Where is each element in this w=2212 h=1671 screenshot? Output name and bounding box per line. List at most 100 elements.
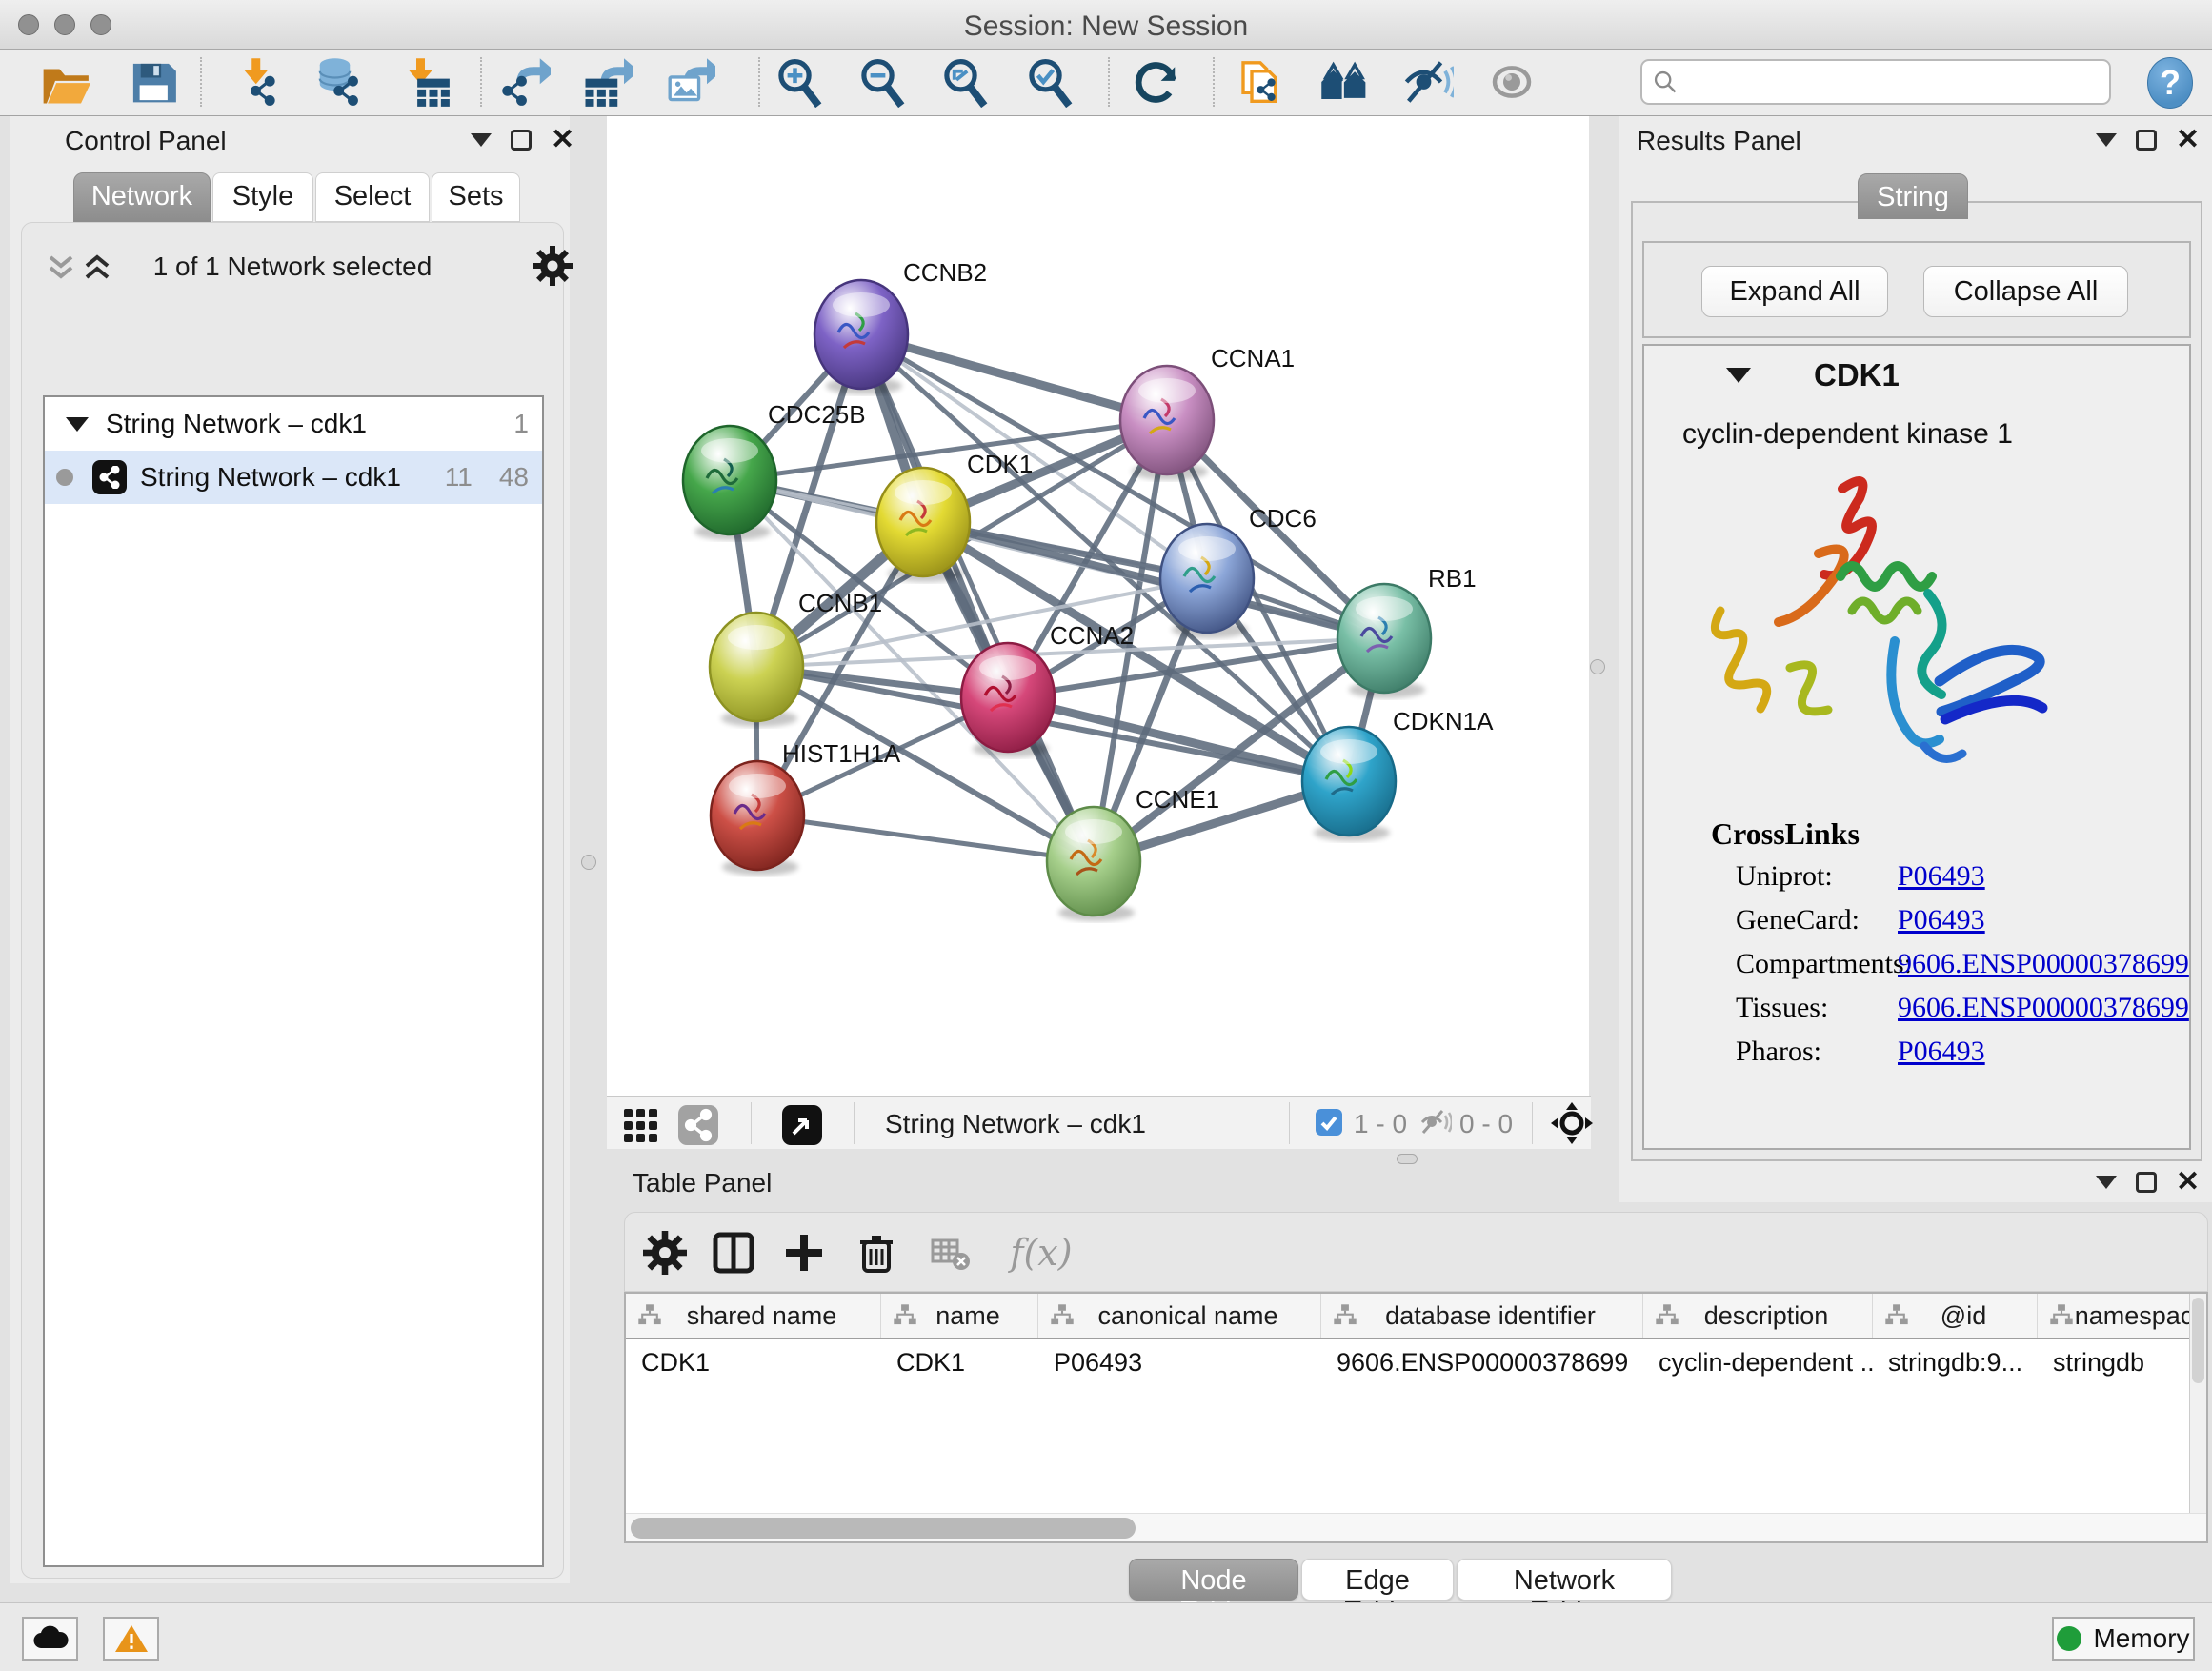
tab-string[interactable]: String — [1858, 173, 1968, 219]
network-share-icon[interactable] — [677, 1104, 719, 1151]
warnings-button[interactable] — [103, 1617, 159, 1661]
crosslink-link[interactable]: 9606.ENSP00000378699 — [1898, 992, 2189, 1024]
panel-collapse-icon[interactable] — [471, 133, 492, 147]
export-image-icon[interactable] — [662, 54, 717, 110]
crosslink-link[interactable]: P06493 — [1898, 904, 1985, 936]
cell-description[interactable]: cyclin-dependent ... — [1643, 1339, 1873, 1385]
column-header-name[interactable]: name — [881, 1294, 1038, 1338]
column-header-id[interactable]: @id — [1873, 1294, 2038, 1338]
fit-content-crosshair-icon[interactable] — [1551, 1102, 1593, 1149]
export-network-icon[interactable] — [497, 54, 553, 110]
node-CDC25B[interactable]: CDC25B — [683, 400, 866, 540]
bottom-splitter-grip[interactable] — [1397, 1154, 1418, 1164]
tree-caret-icon[interactable] — [66, 417, 89, 432]
table-header-row: shared namenamecanonical namedatabase id… — [626, 1294, 2206, 1339]
tab-edge-table[interactable]: Edge Table — [1301, 1559, 1454, 1601]
search-input[interactable] — [1686, 68, 2109, 97]
tab-node-table[interactable]: Node Table — [1129, 1559, 1298, 1601]
grid-view-icon[interactable] — [622, 1105, 660, 1148]
node-CCNB1[interactable]: CCNB1 — [710, 589, 882, 727]
open-session-icon[interactable] — [36, 54, 91, 110]
delete-table-icon[interactable] — [924, 1226, 977, 1279]
search-box[interactable] — [1640, 59, 2111, 105]
column-header-namespace[interactable]: namespace — [2038, 1294, 2208, 1338]
cell-namespace[interactable]: stringdb — [2038, 1339, 2208, 1385]
zoom-in-icon[interactable] — [772, 54, 827, 110]
node-CCNB2[interactable]: CCNB2 — [814, 258, 987, 394]
network-row[interactable]: String Network – cdk1 11 48 — [45, 451, 542, 504]
cell-name[interactable]: CDK1 — [881, 1339, 1038, 1385]
scrollbar-thumb[interactable] — [631, 1518, 1136, 1539]
memory-button[interactable]: Memory — [2052, 1617, 2195, 1661]
node-label-CDK1: CDK1 — [967, 450, 1033, 478]
collapse-caret-icon[interactable] — [1726, 368, 1751, 383]
column-header-description[interactable]: description — [1643, 1294, 1873, 1338]
zoom-out-icon[interactable] — [855, 54, 910, 110]
selected-checkbox-icon[interactable] — [1315, 1108, 1343, 1141]
collapse-all-button[interactable]: Collapse All — [1923, 266, 2128, 317]
crosslink-row: GeneCard:P06493 — [1736, 904, 2174, 948]
panel-float-icon[interactable] — [2136, 1172, 2157, 1193]
edge-CCNB2-CCNE1[interactable] — [861, 334, 1094, 861]
node-label-CDC25B: CDC25B — [768, 400, 866, 429]
save-session-icon[interactable] — [124, 54, 179, 110]
crosslink-link[interactable]: P06493 — [1898, 1036, 1985, 1068]
cell-databaseidentifier[interactable]: 9606.ENSP00000378699 — [1321, 1339, 1643, 1385]
panel-close-icon[interactable]: ✕ — [2176, 130, 2200, 151]
show-all-icon[interactable] — [1484, 54, 1539, 110]
tab-network[interactable]: Network — [73, 172, 211, 222]
network-options-gear-icon[interactable] — [533, 246, 573, 291]
column-header-databaseidentifier[interactable]: database identifier — [1321, 1294, 1643, 1338]
tab-select[interactable]: Select — [315, 172, 430, 222]
gene-card-header[interactable]: CDK1 — [1644, 346, 2189, 405]
zoom-fit-icon[interactable] — [937, 54, 993, 110]
node-CCNE1[interactable]: CCNE1 — [1047, 785, 1219, 921]
cell-id[interactable]: stringdb:9... — [1873, 1339, 2038, 1385]
import-table-from-file-icon[interactable] — [397, 54, 452, 110]
network-canvas[interactable]: CCNB2CCNA1CDC25BCDK1CDC6RB1CCNB1CCNA2CDK… — [607, 116, 1589, 1096]
column-header-canonicalname[interactable]: canonical name — [1038, 1294, 1321, 1338]
import-network-from-database-icon[interactable] — [312, 54, 367, 110]
hide-selected-icon[interactable] — [1400, 54, 1456, 110]
node-label-CDKN1A: CDKN1A — [1393, 707, 1494, 735]
show-columns-icon[interactable] — [707, 1226, 760, 1279]
birdseye-view-icon[interactable] — [781, 1104, 823, 1151]
panel-close-icon[interactable]: ✕ — [2176, 1172, 2200, 1193]
panel-close-icon[interactable]: ✕ — [551, 130, 574, 151]
table-settings-gear-icon[interactable] — [638, 1226, 692, 1279]
table-row[interactable]: CDK1CDK1P064939606.ENSP00000378699cyclin… — [626, 1339, 2206, 1385]
crosslink-link[interactable]: 9606.ENSP00000378699 — [1898, 948, 2189, 980]
network-collection-row[interactable]: String Network – cdk1 1 — [45, 397, 542, 451]
node-HIST1H1A[interactable]: HIST1H1A — [711, 739, 901, 876]
refresh-icon[interactable] — [1128, 54, 1183, 110]
cell-canonicalname[interactable]: P06493 — [1038, 1339, 1321, 1385]
tab-style[interactable]: Style — [212, 172, 313, 222]
cloud-button[interactable] — [22, 1617, 78, 1661]
left-splitter-grip[interactable] — [581, 855, 596, 870]
tab-network-table[interactable]: Network Table — [1457, 1559, 1672, 1601]
panel-collapse-icon[interactable] — [2096, 1176, 2117, 1189]
tab-sets[interactable]: Sets — [432, 172, 520, 222]
function-builder-icon[interactable]: f(x) — [998, 1226, 1084, 1279]
delete-column-trash-icon[interactable] — [850, 1226, 903, 1279]
first-neighbors-icon[interactable] — [1317, 54, 1373, 110]
cell-sharedname[interactable]: CDK1 — [626, 1339, 881, 1385]
duplicate-network-icon[interactable] — [1233, 54, 1288, 110]
add-column-icon[interactable] — [777, 1226, 831, 1279]
expand-all-button[interactable]: Expand All — [1701, 266, 1888, 317]
right-splitter-grip[interactable] — [1590, 659, 1605, 674]
edge-HIST1H1A-CCNE1[interactable] — [757, 815, 1094, 861]
panel-float-icon[interactable] — [2136, 130, 2157, 151]
column-header-sharedname[interactable]: shared name — [626, 1294, 881, 1338]
table-horizontal-scrollbar[interactable] — [626, 1513, 2206, 1541]
crosslink-link[interactable]: P06493 — [1898, 860, 1985, 893]
help-button[interactable]: ? — [2147, 57, 2193, 109]
import-network-from-file-icon[interactable] — [231, 54, 286, 110]
table-vertical-scrollbar[interactable] — [2189, 1294, 2206, 1541]
panel-collapse-icon[interactable] — [2096, 133, 2117, 147]
zoom-selected-icon[interactable] — [1022, 54, 1077, 110]
panel-float-icon[interactable] — [511, 130, 532, 151]
export-table-icon[interactable] — [579, 54, 634, 110]
node-CDKN1A[interactable]: CDKN1A — [1302, 707, 1494, 841]
node-RB1[interactable]: RB1 — [1337, 564, 1477, 698]
